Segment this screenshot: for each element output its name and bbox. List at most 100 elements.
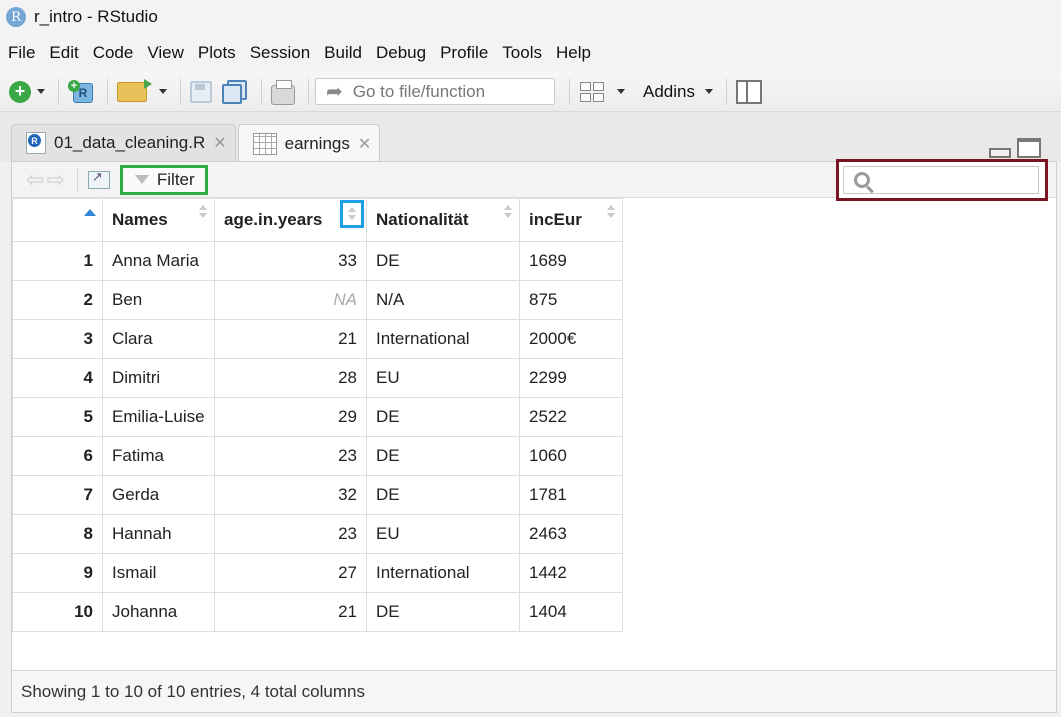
show-in-window-icon[interactable] — [87, 169, 110, 189]
cell-name: Ben — [102, 280, 215, 320]
save-button[interactable] — [187, 77, 215, 107]
menu-tools[interactable]: Tools — [496, 43, 548, 63]
row-number: 2 — [12, 280, 103, 320]
column-header-income[interactable]: incEur — [519, 198, 623, 242]
row-number: 3 — [12, 319, 103, 359]
menu-profile[interactable]: Profile — [434, 43, 494, 63]
cell-name: Dimitri — [102, 358, 215, 398]
cell-income: 2299 — [519, 358, 623, 398]
column-header-label: Names — [112, 210, 168, 229]
new-project-button[interactable]: R + — [65, 77, 97, 107]
menu-help[interactable]: Help — [550, 43, 597, 63]
tab-earnings[interactable]: earnings ✕ — [237, 124, 381, 162]
viewer-toolbar: ⇦ ⇨ Filter — [12, 159, 1056, 201]
maximize-pane-button[interactable] — [1017, 138, 1041, 158]
open-file-button[interactable] — [114, 77, 170, 107]
sort-ascending-icon — [84, 209, 96, 216]
column-header-names[interactable]: Names — [102, 198, 215, 242]
row-number: 1 — [12, 241, 103, 281]
search-highlight — [836, 159, 1048, 201]
menu-edit[interactable]: Edit — [43, 43, 84, 63]
menu-plots[interactable]: Plots — [192, 43, 242, 63]
entries-status: Showing 1 to 10 of 10 entries, 4 total c… — [21, 681, 365, 701]
addins-label: Addins — [643, 81, 695, 101]
column-header-label: age.in.years — [224, 210, 323, 229]
menu-session[interactable]: Session — [244, 43, 316, 63]
cell-income: 1060 — [519, 436, 623, 476]
cell-nationality: DE — [366, 436, 520, 476]
menu-build[interactable]: Build — [318, 43, 368, 63]
title-bar: R r_intro - RStudio — [0, 0, 1061, 34]
cell-age: 27 — [214, 553, 367, 593]
toolbar-divider — [58, 78, 59, 105]
cell-age: 32 — [214, 475, 367, 515]
back-arrow-icon[interactable]: ⇦ — [26, 167, 44, 193]
cell-name: Anna Maria — [102, 241, 215, 281]
chevron-down-icon — [617, 89, 625, 94]
cell-nationality: DE — [366, 397, 520, 437]
workspace-panes-button[interactable] — [576, 77, 628, 107]
cell-nationality: International — [366, 319, 520, 359]
addins-button[interactable]: Addins — [632, 77, 716, 107]
toolbar-divider — [107, 78, 108, 105]
cell-income: 2522 — [519, 397, 623, 437]
table-row: 5 Emilia-Luise 29 DE 2522 — [12, 397, 623, 437]
search-field[interactable] — [843, 166, 1039, 194]
print-button[interactable] — [268, 77, 298, 107]
row-number-header[interactable] — [12, 198, 103, 242]
minimize-pane-button[interactable] — [989, 148, 1011, 158]
go-to-file-input[interactable]: ➦ Go to file/function — [315, 78, 555, 105]
sort-icon[interactable] — [340, 200, 364, 228]
toolbar-divider — [569, 78, 570, 105]
cell-name: Clara — [102, 319, 215, 359]
menu-file[interactable]: File — [2, 43, 41, 63]
table-header-row: Names age.in.years Nationalität incEur — [12, 198, 623, 242]
cell-nationality: DE — [366, 475, 520, 515]
toolbar-divider — [725, 78, 727, 105]
search-icon — [854, 172, 870, 188]
search-input[interactable] — [882, 171, 1032, 189]
pane-layout-button[interactable] — [733, 77, 765, 107]
chevron-down-icon — [159, 89, 167, 94]
print-icon — [271, 79, 295, 105]
toolbar-divider — [76, 168, 78, 191]
row-number: 5 — [12, 397, 103, 437]
close-icon[interactable]: ✕ — [213, 133, 226, 153]
tab-data-cleaning-script[interactable]: R 01_data_cleaning.R ✕ — [11, 124, 236, 161]
table-row: 4 Dimitri 28 EU 2299 — [12, 358, 623, 398]
cell-income: 1689 — [519, 241, 623, 281]
menu-code[interactable]: Code — [87, 43, 140, 63]
cell-name: Gerda — [102, 475, 215, 515]
sort-icon[interactable] — [606, 205, 616, 221]
save-all-button[interactable] — [219, 77, 251, 107]
toolbar-divider — [180, 78, 181, 105]
menu-debug[interactable]: Debug — [370, 43, 432, 63]
cell-nationality: DE — [366, 241, 520, 281]
cell-age: 28 — [214, 358, 367, 398]
row-number: 10 — [12, 592, 103, 632]
column-header-label: Nationalität — [376, 210, 469, 229]
row-number: 6 — [12, 436, 103, 476]
panes-grid-icon — [579, 81, 605, 103]
column-header-nationality[interactable]: Nationalität — [366, 198, 520, 242]
sort-icon[interactable] — [503, 205, 513, 221]
pane-layout-icon — [735, 79, 762, 104]
cell-income: 1781 — [519, 475, 623, 515]
forward-arrow-icon[interactable]: ⇨ — [46, 167, 64, 193]
funnel-icon — [134, 175, 149, 184]
cell-nationality: DE — [366, 592, 520, 632]
new-project-icon: R + — [68, 79, 94, 104]
sort-icon[interactable] — [198, 205, 208, 221]
close-icon[interactable]: ✕ — [358, 134, 371, 154]
save-all-icon — [222, 79, 248, 104]
menu-view[interactable]: View — [141, 43, 190, 63]
cell-name: Johanna — [102, 592, 215, 632]
filter-button[interactable]: Filter — [119, 164, 208, 195]
cell-age: 23 — [214, 514, 367, 554]
column-header-age[interactable]: age.in.years — [214, 198, 367, 242]
new-file-button[interactable]: + — [6, 77, 48, 107]
cell-income: 1404 — [519, 592, 623, 632]
row-number: 7 — [12, 475, 103, 515]
table-row: 9 Ismail 27 International 1442 — [12, 553, 623, 593]
cell-name: Emilia-Luise — [102, 397, 215, 437]
